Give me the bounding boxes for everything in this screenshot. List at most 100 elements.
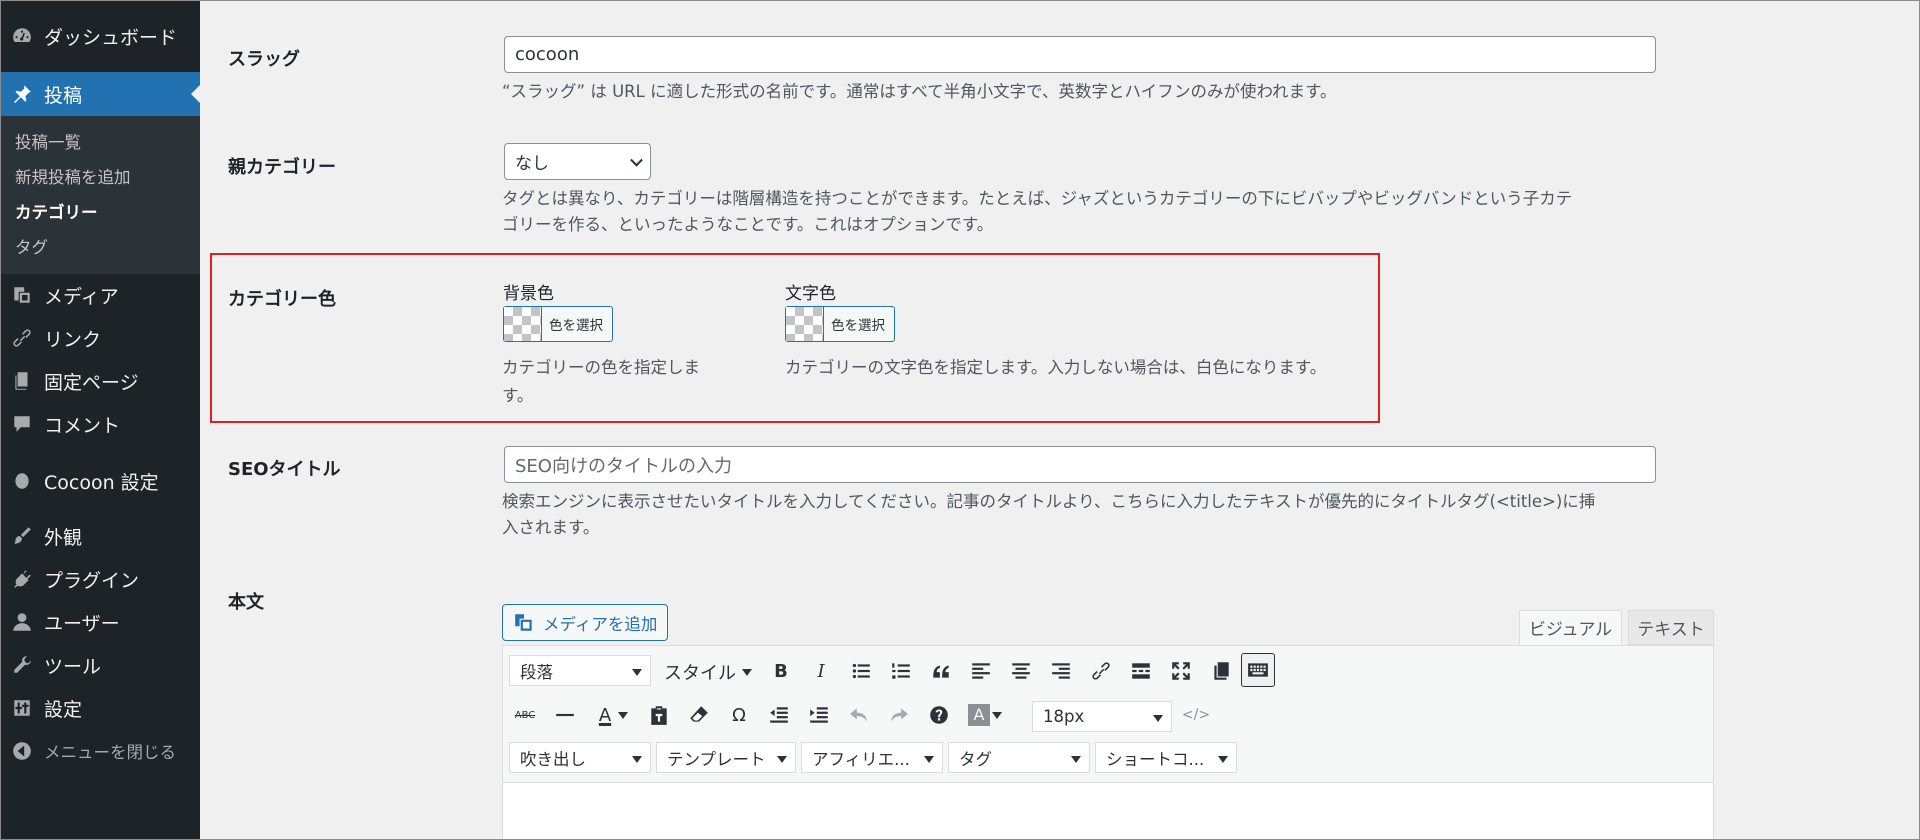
seo-title-description-line2: 入されます。	[502, 518, 600, 537]
sidebar-item-users[interactable]: ユーザー	[0, 601, 200, 643]
parent-category-select[interactable]: なし	[504, 143, 651, 180]
text-color-label: 文字色	[785, 284, 836, 304]
styles-dropdown-label: スタイル	[664, 663, 736, 684]
submenu-item-categories[interactable]: カテゴリー	[15, 199, 98, 223]
sidebar-item-label: Cocoon 設定	[44, 471, 159, 494]
toolbar-toggle-icon[interactable]	[1241, 653, 1275, 687]
bold-icon[interactable]: B	[765, 655, 797, 687]
redo-icon[interactable]	[883, 699, 915, 731]
align-right-icon[interactable]	[1045, 655, 1077, 687]
font-size-select[interactable]: 18px	[1032, 701, 1172, 732]
sidebar-item-label: メニューを閉じる	[44, 743, 176, 762]
insert-link-icon[interactable]	[1085, 655, 1117, 687]
text-color-dropdown[interactable]	[616, 699, 630, 731]
submenu-item-all-posts[interactable]: 投稿一覧	[15, 129, 81, 153]
paste-as-text-icon[interactable]	[643, 699, 675, 731]
read-more-icon[interactable]	[1125, 655, 1157, 687]
bullet-list-icon[interactable]	[845, 655, 877, 687]
sidebar-item-label: コメント	[44, 414, 121, 437]
sidebar-item-label: ツール	[44, 655, 102, 678]
tab-text-label: テキスト	[1637, 620, 1705, 640]
template-select[interactable]: テンプレート	[656, 742, 796, 773]
special-character-icon[interactable]: Ω	[723, 699, 755, 731]
sidebar-item-plugins[interactable]: プラグイン	[0, 558, 200, 600]
caret-down-icon	[632, 669, 642, 676]
parent-category-label: 親カテゴリー	[228, 157, 336, 178]
submenu-item-add-new[interactable]: 新規投稿を追加	[15, 164, 131, 188]
post-content-editor[interactable]: 段落 スタイル B I ABC A Ω A 18px </> 吹き出し テンプレ…	[502, 645, 1714, 840]
shortcode-select[interactable]: ショートコ...	[1095, 742, 1237, 773]
sidebar-item-tools[interactable]: ツール	[0, 644, 200, 686]
horizontal-line-icon[interactable]	[549, 699, 581, 731]
undo-icon[interactable]	[843, 699, 875, 731]
category-color-label: カテゴリー色	[228, 289, 336, 310]
sidebar-item-label: リンク	[44, 328, 102, 351]
add-media-button[interactable]: メディアを追加	[502, 604, 668, 641]
sidebar-item-links[interactable]: リンク	[0, 317, 200, 359]
align-center-icon[interactable]	[1005, 655, 1037, 687]
seo-title-description-line1: 検索エンジンに表示させたいタイトルを入力してください。記事のタイトルより、こちら…	[502, 492, 1596, 511]
sidebar-item-posts[interactable]: 投稿	[0, 72, 200, 116]
pin-icon	[0, 83, 44, 105]
sidebar-item-media[interactable]: メディア	[0, 274, 200, 316]
dashboard-icon	[0, 25, 44, 47]
numbered-list-icon[interactable]	[885, 655, 917, 687]
background-color-picker-button[interactable]: 色を選択	[503, 306, 613, 342]
collapse-icon	[0, 740, 44, 762]
strikethrough-icon[interactable]: ABC	[509, 699, 541, 731]
sidebar-item-appearance[interactable]: 外観	[0, 515, 200, 557]
sidebar-item-dashboard[interactable]: ダッシュボード	[0, 15, 200, 57]
media-icon	[0, 284, 44, 306]
tag-select[interactable]: タグ	[948, 742, 1090, 773]
sidebar-item-label: 投稿	[44, 84, 83, 107]
admin-sidebar: ダッシュボード 投稿 投稿一覧 新規投稿を追加 カテゴリー タグ メディア リン…	[0, 0, 200, 840]
pages-icon	[0, 370, 44, 392]
parent-category-value: なし	[515, 154, 549, 174]
sidebar-item-label: 外観	[44, 526, 83, 549]
sidebar-item-comments[interactable]: コメント	[0, 403, 200, 445]
chevron-down-icon	[630, 153, 643, 167]
styles-dropdown[interactable]: スタイル	[664, 659, 752, 685]
blockquote-icon[interactable]	[925, 655, 957, 687]
outdent-icon[interactable]	[763, 699, 795, 731]
transparent-swatch-icon	[504, 307, 542, 341]
affiliate-select-value: アフィリエ...	[812, 749, 910, 769]
collapse-menu-button[interactable]: メニューを閉じる	[0, 730, 200, 772]
slug-input[interactable]: cocoon	[504, 36, 1656, 73]
affiliate-select[interactable]: アフィリエ...	[801, 742, 943, 773]
text-color-description: カテゴリーの文字色を指定します。入力しない場合は、白色になります。	[785, 358, 1327, 377]
wrench-icon	[0, 654, 44, 676]
parent-category-description-line2: ゴリーを作る、といったようなことです。これはオプションです。	[502, 215, 994, 234]
align-left-icon[interactable]	[965, 655, 997, 687]
sidebar-item-settings[interactable]: 設定	[0, 687, 200, 729]
fullscreen-icon[interactable]	[1165, 655, 1197, 687]
color-picker-label: 色を選択	[831, 318, 885, 334]
color-picker-label: 色を選択	[549, 318, 603, 334]
slug-label: スラッグ	[228, 49, 300, 70]
sidebar-item-label: メディア	[44, 285, 119, 308]
submenu-item-tags[interactable]: タグ	[15, 234, 48, 258]
caret-down-icon	[742, 668, 752, 676]
code-icon[interactable]: </>	[1180, 699, 1212, 731]
sidebar-item-cocoon-settings[interactable]: Cocoon 設定	[0, 460, 200, 502]
tab-visual[interactable]: ビジュアル	[1519, 610, 1622, 645]
tab-text[interactable]: テキスト	[1628, 610, 1714, 645]
italic-icon[interactable]: I	[805, 655, 837, 687]
sidebar-item-pages[interactable]: 固定ページ	[0, 360, 200, 402]
tab-visual-label: ビジュアル	[1528, 620, 1613, 640]
indent-icon[interactable]	[803, 699, 835, 731]
caret-down-icon	[924, 756, 934, 763]
background-color-dropdown[interactable]	[990, 699, 1004, 731]
copy-icon[interactable]	[1205, 655, 1237, 687]
slug-description: “スラッグ” は URL に適した形式の名前です。通常はすべて半角小文字で、英数…	[502, 82, 1337, 101]
user-icon	[0, 611, 44, 633]
format-select[interactable]: 段落	[509, 655, 651, 686]
seo-title-input[interactable]: SEO向けのタイトルの入力	[504, 446, 1656, 483]
balloon-select[interactable]: 吹き出し	[509, 742, 651, 773]
help-icon[interactable]	[923, 699, 955, 731]
clear-formatting-icon[interactable]	[683, 699, 715, 731]
link-icon	[0, 327, 44, 349]
text-color-picker-button[interactable]: 色を選択	[785, 306, 895, 342]
sidebar-item-label: プラグイン	[44, 569, 140, 592]
sidebar-item-label: ユーザー	[44, 612, 120, 635]
